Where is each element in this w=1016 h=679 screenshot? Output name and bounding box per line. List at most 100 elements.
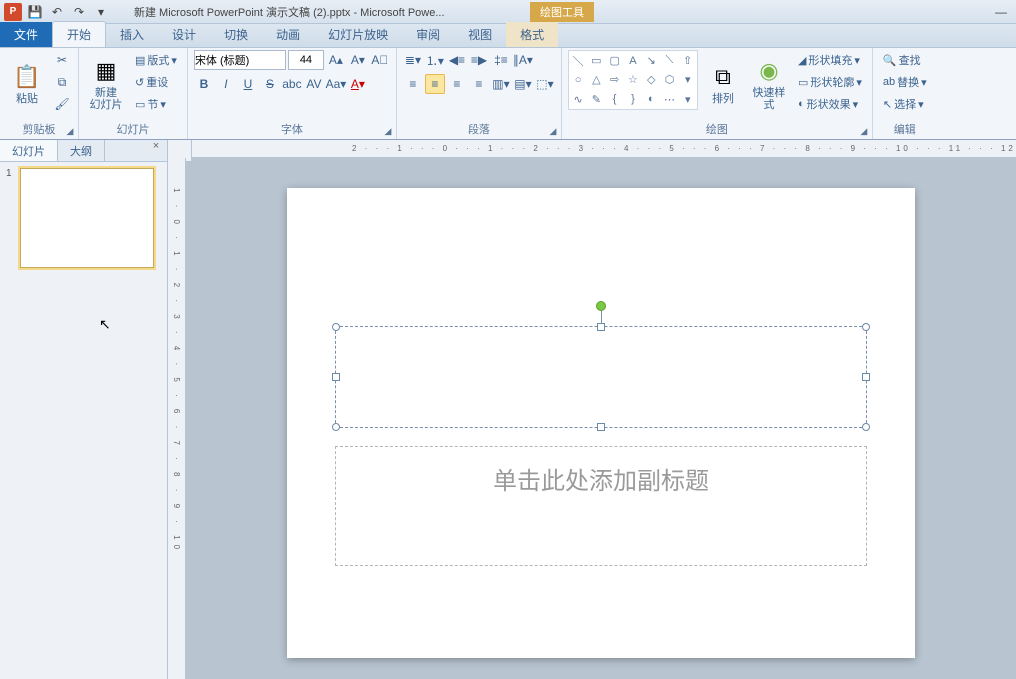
align-text-icon[interactable]: ▤▾: [513, 74, 533, 94]
qat-dropdown-icon[interactable]: ▾: [92, 3, 110, 21]
shape-expand-icon[interactable]: ▾: [679, 90, 697, 109]
shape-text-icon[interactable]: A: [624, 51, 642, 70]
drawing-launcher-icon[interactable]: ◢: [858, 125, 870, 137]
reset-button[interactable]: ↺ 重设: [131, 72, 181, 92]
panel-tab-outline[interactable]: 大纲: [58, 140, 105, 161]
copy-icon[interactable]: ⧉: [52, 72, 72, 92]
shape-connector-icon[interactable]: ↘: [642, 51, 660, 70]
find-button[interactable]: 🔍 查找: [879, 50, 931, 70]
shape-roundrect-icon[interactable]: ▢: [606, 51, 624, 70]
resize-handle-se[interactable]: [862, 423, 870, 431]
font-size-select[interactable]: [288, 50, 324, 70]
tab-animations[interactable]: 动画: [262, 22, 314, 47]
canvas[interactable]: 单击此处添加副标题: [186, 158, 1016, 679]
clipboard-launcher-icon[interactable]: ◢: [64, 125, 76, 137]
justify-icon[interactable]: ≡: [469, 74, 489, 94]
shapes-gallery[interactable]: ＼▭▢A↘⟍⇧ ○△⇨☆◇⬡▾ ∿✎{}◐⋯▾: [568, 50, 698, 110]
font-name-select[interactable]: [194, 50, 286, 70]
panel-close-icon[interactable]: ×: [145, 140, 167, 161]
decrease-indent-icon[interactable]: ◀≡: [447, 50, 467, 70]
app-icon[interactable]: P: [4, 3, 22, 21]
undo-icon[interactable]: ↶: [48, 3, 66, 21]
select-button[interactable]: ↖ 选择 ▾: [879, 94, 931, 114]
minimize-button[interactable]: —: [986, 2, 1016, 22]
smartart-icon[interactable]: ⬚▾: [535, 74, 555, 94]
shape-fill-button[interactable]: ◢ 形状填充 ▾: [794, 50, 866, 70]
section-button[interactable]: ▭ 节 ▾: [131, 94, 181, 114]
clear-format-icon[interactable]: A⃠: [370, 50, 390, 70]
vertical-ruler[interactable]: [168, 158, 186, 679]
horizontal-ruler[interactable]: [192, 140, 1016, 158]
tab-view[interactable]: 视图: [454, 22, 506, 47]
char-spacing-icon[interactable]: AV: [304, 74, 324, 94]
shape-callout-icon[interactable]: ◐: [642, 90, 660, 109]
shape-diamond-icon[interactable]: ◇: [642, 70, 660, 89]
shape-effects-button[interactable]: ◐ 形状效果 ▾: [794, 94, 866, 114]
thumbnail-preview[interactable]: [20, 168, 154, 268]
tab-insert[interactable]: 插入: [106, 22, 158, 47]
resize-handle-nw[interactable]: [332, 323, 340, 331]
save-icon[interactable]: 💾: [26, 3, 44, 21]
tab-design[interactable]: 设计: [158, 22, 210, 47]
shape-arrow-icon[interactable]: ⇨: [606, 70, 624, 89]
resize-handle-ne[interactable]: [862, 323, 870, 331]
align-center-icon[interactable]: ≡: [425, 74, 445, 94]
columns-icon[interactable]: ▥▾: [491, 74, 511, 94]
font-color-icon[interactable]: A▾: [348, 74, 368, 94]
format-painter-icon[interactable]: 🖌: [52, 94, 72, 114]
font-launcher-icon[interactable]: ◢: [382, 125, 394, 137]
arrange-button[interactable]: ⧉ 排列: [702, 50, 744, 116]
redo-icon[interactable]: ↷: [70, 3, 88, 21]
shape-tri-icon[interactable]: △: [587, 70, 605, 89]
align-right-icon[interactable]: ≡: [447, 74, 467, 94]
thumbnail-item[interactable]: 1: [6, 168, 161, 268]
slide[interactable]: 单击此处添加副标题: [287, 188, 915, 658]
increase-indent-icon[interactable]: ≡▶: [469, 50, 489, 70]
shape-star-icon[interactable]: ☆: [624, 70, 642, 89]
resize-handle-sw[interactable]: [332, 423, 340, 431]
panel-tab-slides[interactable]: 幻灯片: [0, 140, 58, 161]
change-case-icon[interactable]: Aa▾: [326, 74, 346, 94]
shape-line-icon[interactable]: ＼: [569, 51, 587, 70]
resize-handle-w[interactable]: [332, 373, 340, 381]
cut-icon[interactable]: ✂: [52, 50, 72, 70]
shape-oval-icon[interactable]: ○: [569, 70, 587, 89]
replace-button[interactable]: ab 替换 ▾: [879, 72, 931, 92]
shape-line2-icon[interactable]: ⟍: [660, 51, 678, 70]
subtitle-placeholder[interactable]: 单击此处添加副标题: [335, 446, 867, 566]
layout-button[interactable]: ▤ 版式 ▾: [131, 50, 181, 70]
tab-review[interactable]: 审阅: [402, 22, 454, 47]
shape-hex-icon[interactable]: ⬡: [660, 70, 678, 89]
paragraph-launcher-icon[interactable]: ◢: [547, 125, 559, 137]
bold-icon[interactable]: B: [194, 74, 214, 94]
resize-handle-s[interactable]: [597, 423, 605, 431]
numbering-icon[interactable]: ⒈▾: [425, 50, 445, 70]
quick-styles-button[interactable]: ◉ 快速样式: [748, 50, 790, 116]
shape-outline-button[interactable]: ▭ 形状轮廓 ▾: [794, 72, 866, 92]
paste-button[interactable]: 📋 粘贴: [6, 50, 48, 116]
rotation-handle[interactable]: [596, 301, 606, 311]
shape-more-icon[interactable]: ⋯: [660, 90, 678, 109]
underline-icon[interactable]: U: [238, 74, 258, 94]
resize-handle-e[interactable]: [862, 373, 870, 381]
shape-rect-icon[interactable]: ▭: [587, 51, 605, 70]
shape-arrow-up-icon[interactable]: ⇧: [679, 51, 697, 70]
shape-curve-icon[interactable]: ∿: [569, 90, 587, 109]
tab-file[interactable]: 文件: [0, 22, 52, 47]
shape-brace-icon[interactable]: {: [606, 90, 624, 109]
title-placeholder[interactable]: [335, 326, 867, 428]
resize-handle-n[interactable]: [597, 323, 605, 331]
shadow-icon[interactable]: abc: [282, 74, 302, 94]
tab-home[interactable]: 开始: [52, 21, 106, 47]
shape-free-icon[interactable]: ✎: [587, 90, 605, 109]
shape-brace2-icon[interactable]: }: [624, 90, 642, 109]
align-left-icon[interactable]: ≡: [403, 74, 423, 94]
increase-font-icon[interactable]: A▴: [326, 50, 346, 70]
strike-icon[interactable]: S: [260, 74, 280, 94]
new-slide-button[interactable]: ▦ 新建 幻灯片: [85, 50, 127, 116]
tab-slideshow[interactable]: 幻灯片放映: [314, 22, 402, 47]
decrease-font-icon[interactable]: A▾: [348, 50, 368, 70]
italic-icon[interactable]: I: [216, 74, 236, 94]
bullets-icon[interactable]: ≣▾: [403, 50, 423, 70]
tab-format[interactable]: 格式: [506, 22, 558, 47]
